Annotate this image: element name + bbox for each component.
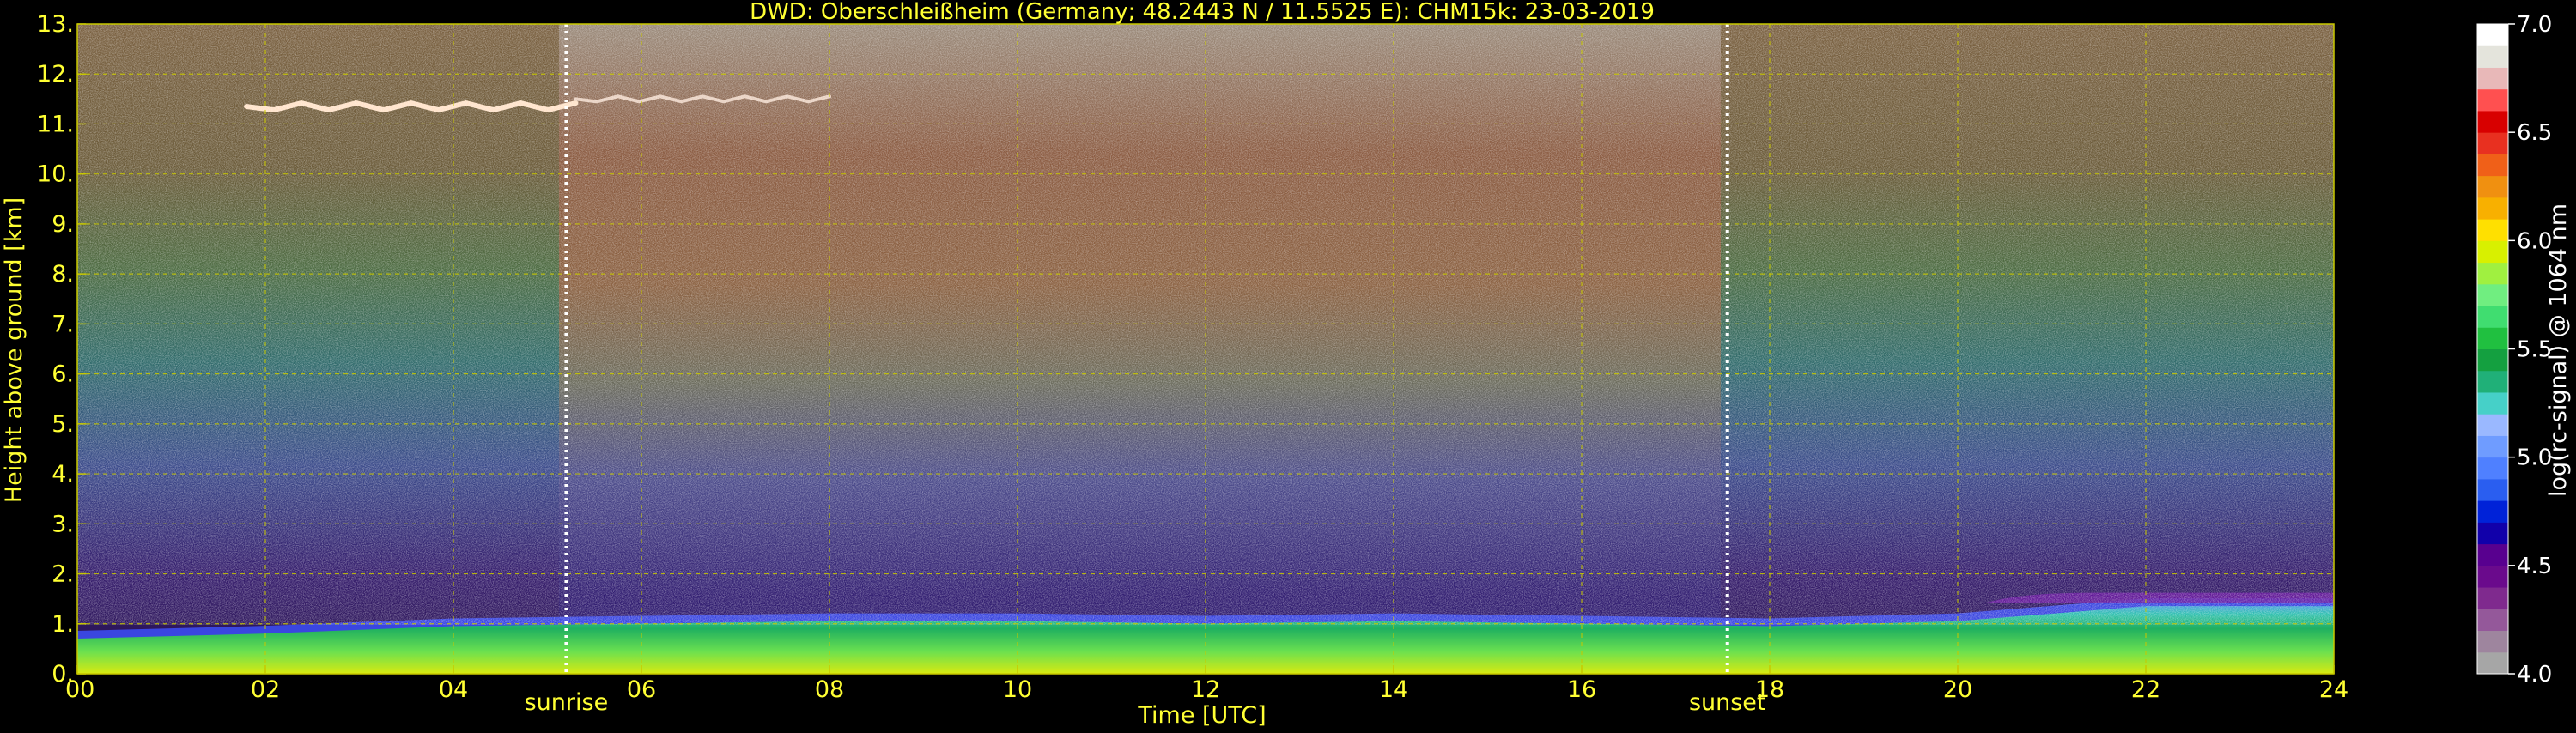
colorbar-tick-label: 4.0 xyxy=(2517,662,2552,688)
y-tick-label: 5. xyxy=(52,411,74,438)
colorbar-segment xyxy=(2477,500,2508,523)
x-tick-label: 12 xyxy=(1191,676,1220,703)
colorbar-segment xyxy=(2477,327,2508,349)
colorbar-segment xyxy=(2477,197,2508,220)
y-tick-label: 7. xyxy=(52,311,74,337)
y-tick-label: 3. xyxy=(52,511,74,537)
x-tick-label: 08 xyxy=(815,676,844,703)
x-tick-label: 24 xyxy=(2319,676,2348,703)
x-tick-label: 20 xyxy=(1943,676,1972,703)
colorbar-segment xyxy=(2477,24,2508,46)
colorbar-segment xyxy=(2477,67,2508,90)
colorbar-segment xyxy=(2477,132,2508,154)
x-tick-label: 14 xyxy=(1379,676,1408,703)
y-tick-label: 4. xyxy=(52,461,74,488)
colorbar-segment xyxy=(2477,262,2508,285)
y-axis-label: Height above ground [km] xyxy=(1,197,27,503)
marker-label-sunrise: sunrise xyxy=(525,689,609,716)
chart-svg: 00 02 04 06 08 10 12 14 16 18 20 22 24 0.1.2.3.4.5.6… xyxy=(1,0,2572,729)
x-axis-label: Time [UTC] xyxy=(1137,702,1266,729)
colorbar-tick-label: 4.5 xyxy=(2517,554,2552,579)
colorbar xyxy=(2476,23,2509,675)
colorbar-segment xyxy=(2477,45,2508,68)
colorbar-segment xyxy=(2477,306,2508,328)
colorbar-segment xyxy=(2477,370,2508,393)
y-tick-label: 2. xyxy=(52,561,74,588)
colorbar-segment xyxy=(2477,88,2508,112)
colorbar-segment xyxy=(2477,651,2508,675)
colorbar-segment xyxy=(2477,609,2508,632)
chart-title: DWD: Oberschleißheim (Germany; 48.2443 N… xyxy=(750,0,1655,25)
colorbar-tick-label: 7.0 xyxy=(2517,12,2552,38)
colorbar-segment xyxy=(2477,240,2508,264)
colorbar-segment xyxy=(2477,154,2508,177)
colorbar-segment xyxy=(2477,478,2508,501)
x-tick-label: 16 xyxy=(1567,676,1596,703)
colorbar-segment xyxy=(2477,630,2508,653)
y-tick-label: 8. xyxy=(52,261,74,288)
colorbar-segment xyxy=(2477,348,2508,372)
lidar-chart: 00 02 04 06 08 10 12 14 16 18 20 22 24 0. 1. 2. 3. 4. 5. 6… xyxy=(0,0,2576,730)
x-tick-label: 10 xyxy=(1003,676,1032,703)
x-tick-label: 06 xyxy=(627,676,656,703)
y-tick-label: 0. xyxy=(52,661,74,688)
colorbar-segment xyxy=(2477,283,2508,306)
y-tick-label: 10. xyxy=(37,161,74,188)
colorbar-segment xyxy=(2477,587,2508,609)
plot-area xyxy=(77,24,2334,674)
colorbar-segment xyxy=(2477,175,2508,198)
x-tick-label: 02 xyxy=(251,676,280,703)
colorbar-segment xyxy=(2477,435,2508,458)
marker-label-sunset: sunset xyxy=(1689,689,1766,716)
y-tick-label: 13. xyxy=(37,11,74,38)
y-tick-label: 9. xyxy=(52,211,74,238)
colorbar-segment xyxy=(2477,219,2508,241)
colorbar-segment xyxy=(2477,110,2508,133)
colorbar-segment xyxy=(2477,457,2508,480)
y-tick-label: 11. xyxy=(37,111,74,137)
colorbar-tick-label: 6.5 xyxy=(2517,120,2552,146)
y-tick-label: 6. xyxy=(52,361,74,388)
colorbar-label: log(rc-signal) @ 1064 nm xyxy=(2545,203,2572,497)
x-tick-label: 22 xyxy=(2131,676,2160,703)
x-tick-label: 04 xyxy=(439,676,468,703)
y-tick-label: 1. xyxy=(52,611,74,638)
colorbar-segment xyxy=(2477,543,2508,566)
colorbar-segment xyxy=(2477,414,2508,436)
colorbar-segment xyxy=(2477,522,2508,545)
colorbar-segment xyxy=(2477,391,2508,415)
y-tick-label: 12. xyxy=(37,61,74,88)
colorbar-segment xyxy=(2477,565,2508,588)
